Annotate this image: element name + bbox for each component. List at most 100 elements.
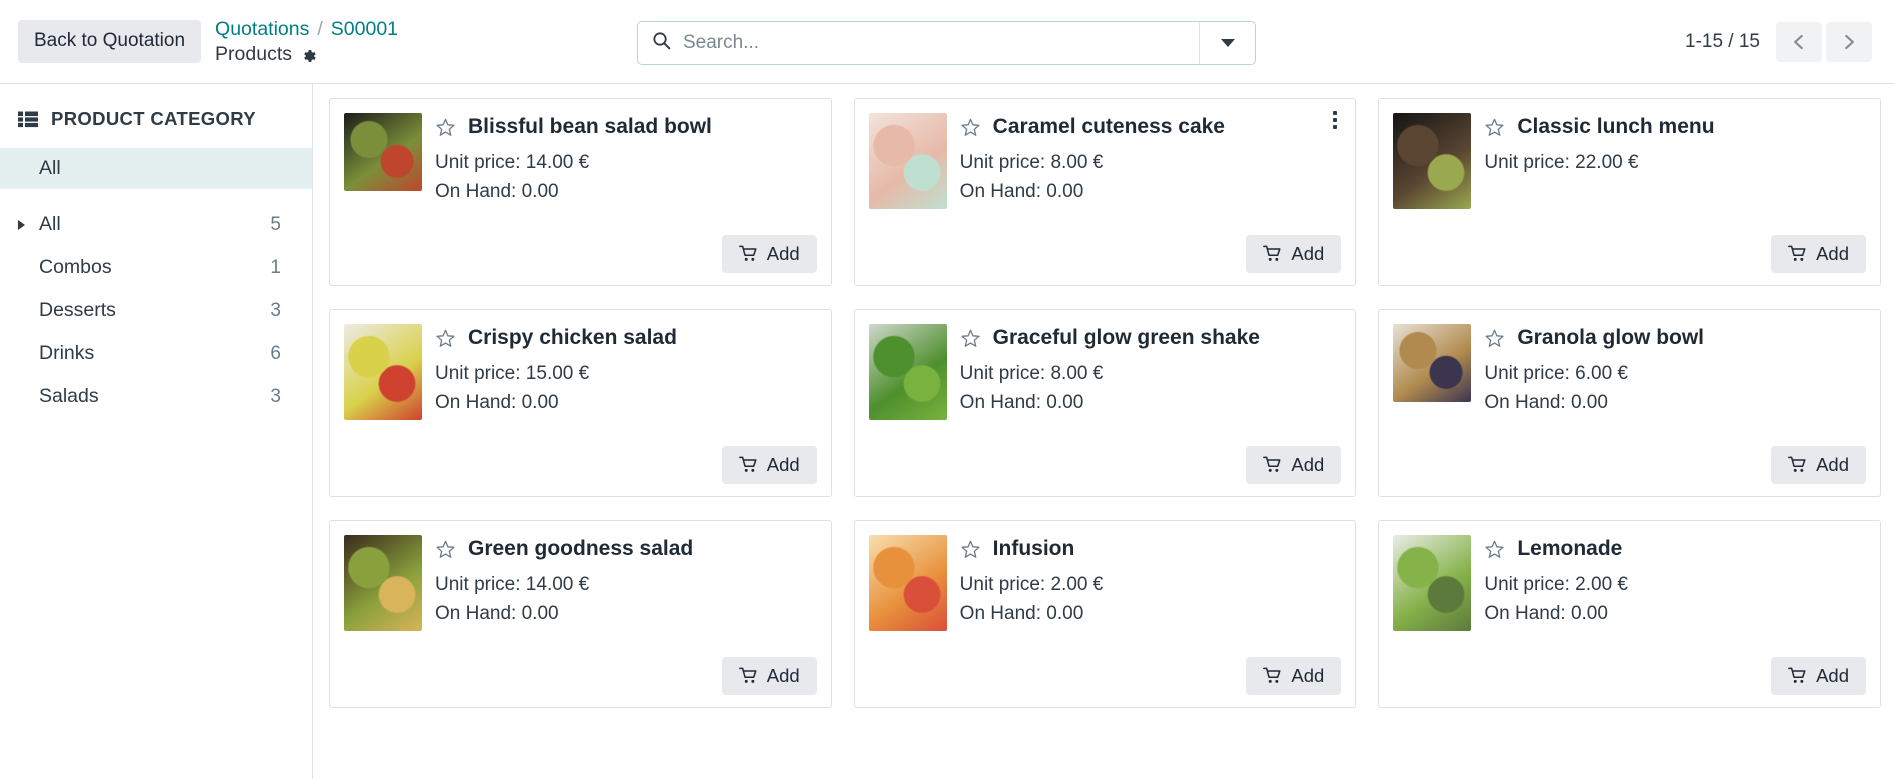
product-unit-price: Unit price: 15.00 € bbox=[435, 363, 590, 384]
product-card-footer: Add bbox=[869, 656, 1342, 695]
shopping-cart-icon bbox=[1263, 456, 1282, 473]
shopping-cart-icon bbox=[1263, 667, 1282, 684]
add-product-button[interactable]: Add bbox=[721, 656, 817, 695]
search-icon bbox=[652, 31, 671, 55]
content-area: PRODUCT CATEGORY All All 5 Combos 1 Dess… bbox=[0, 84, 1894, 779]
control-panel: Back to Quotation Quotations / S00001 Pr… bbox=[0, 0, 1894, 84]
add-button-label: Add bbox=[1816, 242, 1850, 264]
product-on-hand: On Hand: 0.00 bbox=[959, 392, 1084, 413]
shopping-cart-icon bbox=[1788, 667, 1807, 684]
add-product-button[interactable]: Add bbox=[721, 234, 817, 273]
product-details: Crispy chicken salad Unit price: 15.00 € O… bbox=[435, 324, 817, 446]
star-outline-icon[interactable] bbox=[435, 117, 456, 138]
product-card-body: Classic lunch menu Unit price: 22.00 € bbox=[1393, 113, 1866, 235]
add-product-button[interactable]: Add bbox=[1771, 234, 1867, 273]
add-button-label: Add bbox=[766, 453, 800, 475]
kanban-row: Green goodness salad Unit price: 14.00 € O… bbox=[329, 520, 1882, 708]
breadcrumb-quotations-link[interactable]: Quotations bbox=[215, 17, 309, 42]
product-card[interactable]: Graceful glow green shake Unit price: 8.0… bbox=[853, 309, 1357, 497]
product-card-footer: Add bbox=[344, 234, 817, 273]
shopping-cart-icon bbox=[738, 667, 758, 684]
product-card-body: Caramel cuteness cake Unit price: 8.00 € O… bbox=[868, 113, 1342, 235]
star-outline-icon[interactable] bbox=[1484, 328, 1505, 349]
search-input[interactable]: Search... bbox=[683, 32, 759, 54]
sidebar-item-count: 3 bbox=[270, 299, 281, 321]
product-name: Blissful bean salad bowl bbox=[468, 115, 712, 138]
chevron-right-icon bbox=[1838, 31, 1860, 53]
kebab-menu-icon[interactable] bbox=[1326, 109, 1344, 131]
product-on-hand: On Hand: 0.00 bbox=[435, 181, 559, 202]
expand-arrow-icon[interactable] bbox=[18, 219, 39, 230]
pager-next-button[interactable] bbox=[1826, 21, 1872, 62]
search-container: Search... bbox=[637, 21, 1256, 65]
add-product-button[interactable]: Add bbox=[1246, 656, 1342, 695]
product-card-body: Infusion Unit price: 2.00 € On Hand: 0.00 bbox=[868, 535, 1342, 657]
search-dropdown-toggle[interactable] bbox=[1199, 22, 1255, 64]
product-kanban-grid: Blissful bean salad bowl Unit price: 14.0… bbox=[313, 84, 1894, 779]
sidebar-item-drinks[interactable]: Drinks 6 bbox=[0, 332, 312, 375]
product-name: Granola glow bowl bbox=[1517, 326, 1705, 349]
sidebar-item-salads[interactable]: Salads 3 bbox=[0, 375, 312, 418]
star-outline-icon[interactable] bbox=[960, 539, 981, 560]
product-title-row: Crispy chicken salad bbox=[435, 326, 817, 350]
product-card[interactable]: Infusion Unit price: 2.00 € On Hand: 0.00 A… bbox=[853, 520, 1357, 708]
product-unit-price: Unit price: 2.00 € bbox=[959, 574, 1104, 595]
product-unit-price: Unit price: 6.00 € bbox=[1484, 363, 1628, 384]
product-on-hand: On Hand: 0.00 bbox=[435, 392, 559, 413]
sidebar-item-desserts[interactable]: Desserts 3 bbox=[0, 289, 312, 332]
product-details: Green goodness salad Unit price: 14.00 € O… bbox=[435, 535, 817, 657]
shopping-cart-icon bbox=[738, 456, 758, 473]
product-card-body: Lemonade Unit price: 2.00 € On Hand: 0.00 bbox=[1393, 535, 1866, 657]
product-on-hand: On Hand: 0.00 bbox=[959, 181, 1084, 202]
product-unit-price: Unit price: 8.00 € bbox=[959, 152, 1104, 173]
product-details: Granola glow bowl Unit price: 6.00 € On Ha… bbox=[1484, 324, 1866, 446]
pager-previous-button[interactable] bbox=[1776, 21, 1822, 62]
product-card[interactable]: Green goodness salad Unit price: 14.00 € O… bbox=[329, 520, 832, 708]
product-card[interactable]: Caramel cuteness cake Unit price: 8.00 € O… bbox=[853, 98, 1357, 286]
add-product-button[interactable]: Add bbox=[1771, 656, 1867, 695]
product-name: Lemonade bbox=[1517, 537, 1623, 560]
sidebar-item-count: 3 bbox=[270, 385, 281, 407]
back-to-quotation-button[interactable]: Back to Quotation bbox=[18, 20, 202, 63]
shopping-cart-icon bbox=[1788, 456, 1807, 473]
star-outline-icon[interactable] bbox=[960, 117, 981, 138]
product-details: Lemonade Unit price: 2.00 € On Hand: 0.00 bbox=[1484, 535, 1866, 657]
product-card[interactable]: Crispy chicken salad Unit price: 15.00 € O… bbox=[329, 309, 832, 497]
product-details: Blissful bean salad bowl Unit price: 14.0… bbox=[435, 113, 817, 235]
product-card[interactable]: Granola glow bowl Unit price: 6.00 € On Ha… bbox=[1378, 309, 1882, 497]
product-card-body: Crispy chicken salad Unit price: 15.00 € O… bbox=[344, 324, 817, 446]
add-product-button[interactable]: Add bbox=[1246, 445, 1342, 484]
star-outline-icon[interactable] bbox=[435, 328, 456, 349]
breadcrumb-record-link[interactable]: S00001 bbox=[331, 17, 398, 42]
star-outline-icon[interactable] bbox=[960, 328, 981, 349]
sidebar-item-all[interactable]: All 5 bbox=[0, 203, 312, 246]
chevron-down-icon bbox=[1220, 39, 1235, 47]
product-name: Green goodness salad bbox=[468, 537, 694, 560]
gear-icon[interactable] bbox=[301, 46, 317, 62]
star-outline-icon[interactable] bbox=[435, 539, 456, 560]
add-button-label: Add bbox=[1291, 664, 1325, 686]
search-box[interactable]: Search... bbox=[637, 21, 1256, 65]
search-input-area[interactable]: Search... bbox=[638, 22, 1199, 64]
sidebar-item-combos[interactable]: Combos 1 bbox=[0, 246, 312, 289]
add-button-label: Add bbox=[1291, 242, 1325, 264]
pager: 1-15 / 15 bbox=[1685, 21, 1876, 62]
add-product-button[interactable]: Add bbox=[1771, 445, 1867, 484]
product-details: Caramel cuteness cake Unit price: 8.00 € O… bbox=[960, 113, 1342, 235]
product-card[interactable]: Classic lunch menu Unit price: 22.00 € Add bbox=[1378, 98, 1882, 286]
star-outline-icon[interactable] bbox=[1484, 117, 1505, 138]
sidebar-item-label: Salads bbox=[39, 385, 99, 407]
kanban-row: Crispy chicken salad Unit price: 15.00 € O… bbox=[329, 309, 1882, 497]
product-card-footer: Add bbox=[869, 234, 1342, 273]
breadcrumb: Quotations / S00001 Products bbox=[215, 17, 398, 67]
product-image bbox=[1393, 324, 1472, 402]
product-name: Classic lunch menu bbox=[1517, 115, 1715, 138]
product-card-footer: Add bbox=[869, 445, 1342, 484]
product-card[interactable]: Blissful bean salad bowl Unit price: 14.0… bbox=[329, 98, 832, 286]
add-product-button[interactable]: Add bbox=[1246, 234, 1342, 273]
product-on-hand: On Hand: 0.00 bbox=[435, 603, 559, 624]
add-product-button[interactable]: Add bbox=[721, 445, 817, 484]
star-outline-icon[interactable] bbox=[1484, 539, 1505, 560]
product-card[interactable]: Lemonade Unit price: 2.00 € On Hand: 0.00 A… bbox=[1378, 520, 1882, 708]
sidebar-item-all-selected[interactable]: All bbox=[0, 148, 312, 189]
